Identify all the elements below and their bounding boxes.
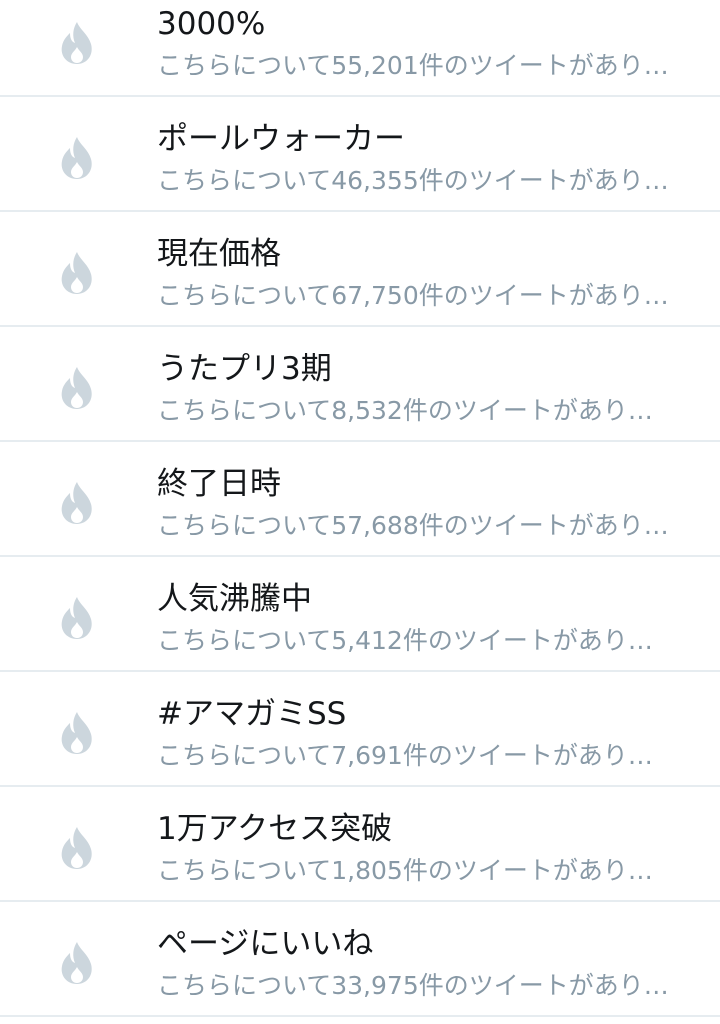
trend-tweet-count: こちらについて67,750件のツイートがあります [157,281,677,310]
trend-title: ポールウォーカー [157,121,405,157]
trend-item[interactable]: 3000% こちらについて55,201件のツイートがあります [0,0,720,97]
trend-item[interactable]: 終了日時 こちらについて57,688件のツイートがあります [0,442,720,557]
flame-icon [58,825,96,871]
flame-icon [58,250,96,296]
flame-icon [58,480,96,526]
trend-title: 人気沸騰中 [157,581,312,617]
trend-tweet-count: こちらについて33,975件のツイートがあります [157,971,677,1000]
trend-list: 3000% こちらについて55,201件のツイートがあります ポールウォーカー … [0,0,720,1017]
trend-item[interactable]: 1万アクセス突破 こちらについて1,805件のツイートがあります [0,787,720,902]
trend-tweet-count: こちらについて7,691件のツイートがあります [157,741,677,770]
flame-icon [58,595,96,641]
trend-item[interactable]: うたプリ3期 こちらについて8,532件のツイートがあります [0,327,720,442]
trend-tweet-count: こちらについて57,688件のツイートがあります [157,511,677,540]
trend-tweet-count: こちらについて46,355件のツイートがあります [157,166,677,195]
trend-title: 3000% [157,6,266,42]
trend-title: ページにいいね [157,926,374,962]
trend-tweet-count: こちらについて1,805件のツイートがあります [157,856,677,885]
trend-item[interactable]: ポールウォーカー こちらについて46,355件のツイートがあります [0,97,720,212]
trend-title: うたプリ3期 [157,351,332,387]
flame-icon [58,365,96,411]
trend-title: 1万アクセス突破 [157,811,393,847]
flame-icon [58,135,96,181]
flame-icon [58,940,96,986]
trend-item[interactable]: 人気沸騰中 こちらについて5,412件のツイートがあります [0,557,720,672]
trend-tweet-count: こちらについて5,412件のツイートがあります [157,626,677,655]
trend-item[interactable]: 現在価格 こちらについて67,750件のツイートがあります [0,212,720,327]
trend-title: 終了日時 [157,466,281,502]
trend-tweet-count: こちらについて55,201件のツイートがあります [157,51,677,80]
trend-title: #アマガミSS [157,696,347,732]
trend-item[interactable]: #アマガミSS こちらについて7,691件のツイートがあります [0,672,720,787]
trend-title: 現在価格 [157,236,281,272]
flame-icon [58,710,96,756]
trend-tweet-count: こちらについて8,532件のツイートがあります [157,396,677,425]
flame-icon [58,20,96,66]
trend-item[interactable]: ページにいいね こちらについて33,975件のツイートがあります [0,902,720,1017]
